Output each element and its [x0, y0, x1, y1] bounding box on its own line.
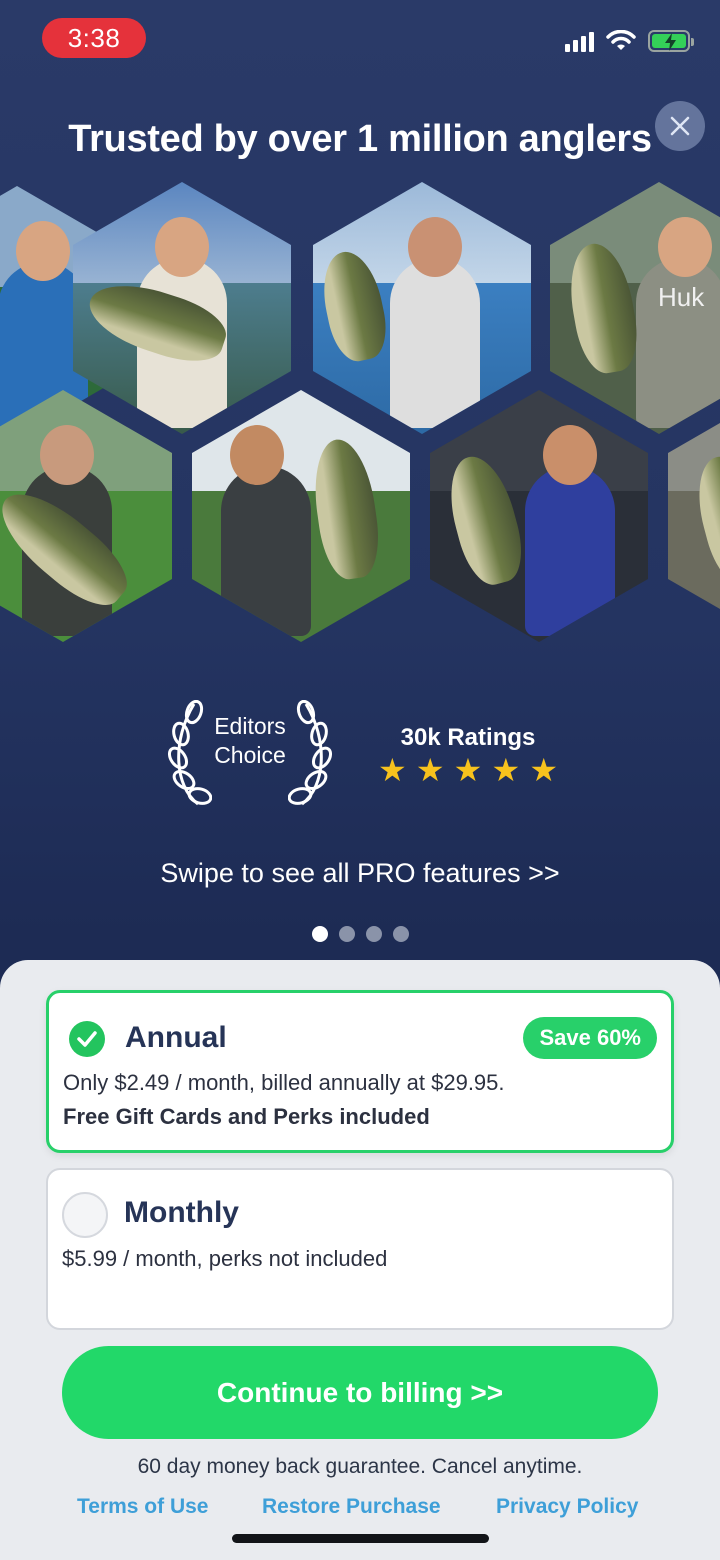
selected-check-icon: [69, 1021, 105, 1057]
restore-purchase-link[interactable]: Restore Purchase: [262, 1495, 441, 1519]
photo-watermark: Huk: [658, 282, 705, 312]
angler-photo: [73, 182, 291, 434]
wifi-icon: [606, 30, 636, 50]
terms-of-use-link[interactable]: Terms of Use: [77, 1495, 209, 1519]
plan-description: Only $2.49 / month, billed annually at $…: [63, 1070, 505, 1095]
guarantee-text: 60 day money back guarantee. Cancel anyt…: [137, 1455, 583, 1478]
radio-unselected[interactable]: [62, 1192, 108, 1238]
paywall-screen: 3:38 Trusted by over 1 million anglers H…: [0, 0, 720, 1560]
cellular-signal-icon: [565, 30, 594, 52]
star-icon: ★: [491, 752, 521, 788]
angler-photo: [0, 390, 172, 642]
status-bar: 3:38: [0, 0, 720, 80]
status-time: 3:38: [42, 18, 146, 58]
plan-title: Monthly: [124, 1196, 239, 1229]
plan-option-monthly[interactable]: Monthly $5.99 / month, perks not include…: [46, 1168, 674, 1330]
headline: Trusted by over 1 million anglers: [68, 118, 652, 160]
swipe-hint[interactable]: Swipe to see all PRO features >>: [0, 858, 720, 889]
angler-photo: [192, 390, 410, 642]
star-icon: ★: [529, 752, 558, 788]
angler-photo: Huk: [550, 182, 720, 434]
plan-option-annual[interactable]: Annual Save 60% Only $2.49 / month, bill…: [46, 990, 674, 1153]
star-icon: ★: [378, 752, 407, 788]
plan-title: Annual: [125, 1021, 227, 1054]
plan-perks: Free Gift Cards and Perks included: [63, 1104, 430, 1129]
page-dot[interactable]: [339, 926, 355, 942]
angler-photo: [313, 182, 531, 434]
editors-choice-line2: Choice: [214, 742, 286, 768]
star-icon: ★: [415, 752, 445, 788]
status-icons: [565, 30, 694, 52]
page-dot[interactable]: [393, 926, 409, 942]
plan-description: $5.99 / month, perks not included: [62, 1246, 388, 1271]
angler-photo: [430, 390, 648, 642]
editors-choice-badge: Editors Choice: [200, 712, 300, 770]
editors-choice-line1: Editors: [214, 713, 286, 739]
save-badge: Save 60%: [523, 1017, 657, 1059]
page-dot-active[interactable]: [312, 926, 328, 942]
angler-photo: [668, 390, 720, 642]
ratings-count: 30k Ratings: [400, 724, 536, 751]
privacy-policy-link[interactable]: Privacy Policy: [496, 1495, 638, 1519]
battery-icon: [648, 30, 694, 52]
star-icon: ★: [453, 752, 483, 788]
page-dot[interactable]: [366, 926, 382, 942]
home-indicator[interactable]: [232, 1534, 489, 1543]
star-rating: ★ ★ ★ ★ ★: [378, 752, 558, 788]
continue-to-billing-button[interactable]: Continue to billing >>: [62, 1346, 658, 1439]
page-indicator[interactable]: [312, 926, 409, 942]
